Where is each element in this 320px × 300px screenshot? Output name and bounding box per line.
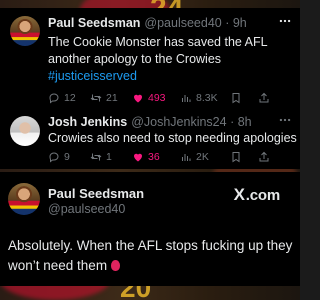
views-icon [182,154,191,161]
share-icon [259,151,269,162]
bookmark-icon [232,93,240,104]
repost-button[interactable]: 1 [90,151,132,163]
avatar[interactable] [8,183,40,215]
post-text: Absolutely. When the AFL stops fucking u… [8,238,293,273]
hashtag-link[interactable]: #justiceisserved [48,68,293,85]
post-header: Paul Seedsman @paulseed40 · 9h [48,16,247,30]
balloon-emoji [110,260,120,271]
reply-icon [49,93,59,104]
like-button[interactable]: 36 [132,151,180,163]
heart-icon [134,153,142,162]
author-name[interactable]: Josh Jenkins [48,115,127,129]
post-time[interactable]: 8h [238,115,252,129]
repost-icon [90,94,102,102]
bookmark-button[interactable] [230,151,258,163]
views-button[interactable]: 2K [180,151,230,163]
x-logo-icon[interactable]: X.com [234,185,281,205]
reply-button[interactable]: 12 [48,92,90,104]
author-handle[interactable]: @JoshJenkins24 [131,115,226,129]
repost-icon [90,153,102,161]
reply-icon [49,152,59,163]
heart-icon [134,94,142,103]
post-actions: 9 1 36 2K [48,151,294,163]
author-handle[interactable]: @paulseed40 [48,202,125,217]
views-icon [182,95,191,102]
post-paul-2[interactable]: Paul Seedsman @paulseed40 X.com Absolute… [0,172,300,286]
share-button[interactable] [258,92,270,104]
like-button[interactable]: 493 [132,92,180,104]
share-button[interactable] [258,151,270,163]
more-icon[interactable] [278,14,292,31]
avatar[interactable] [10,16,40,46]
author-name[interactable]: Paul Seedsman [48,16,140,30]
post-paul-1[interactable]: Paul Seedsman @paulseed40 · 9h The Cookie… [0,8,300,111]
post-text: Crowies also need to stop needing apolog… [48,131,297,145]
post-josh[interactable]: Josh Jenkins @JoshJenkins24 · 8h Crowies … [0,110,300,169]
repost-button[interactable]: 21 [90,92,132,104]
post-header: Josh Jenkins @JoshJenkins24 · 8h [48,115,252,129]
bookmark-icon [232,152,240,163]
more-icon[interactable] [278,113,292,130]
author-name[interactable]: Paul Seedsman [48,186,144,201]
post-actions: 12 21 493 8.3K [48,92,294,104]
post-text: The Cookie Monster has saved the AFL ano… [48,34,293,85]
bookmark-button[interactable] [230,92,258,104]
reply-button[interactable]: 9 [48,151,90,163]
views-button[interactable]: 8.3K [180,92,230,104]
post-time[interactable]: 9h [233,16,247,30]
author-handle[interactable]: @paulseed40 [144,16,221,30]
avatar[interactable] [10,116,40,146]
share-icon [259,92,269,103]
